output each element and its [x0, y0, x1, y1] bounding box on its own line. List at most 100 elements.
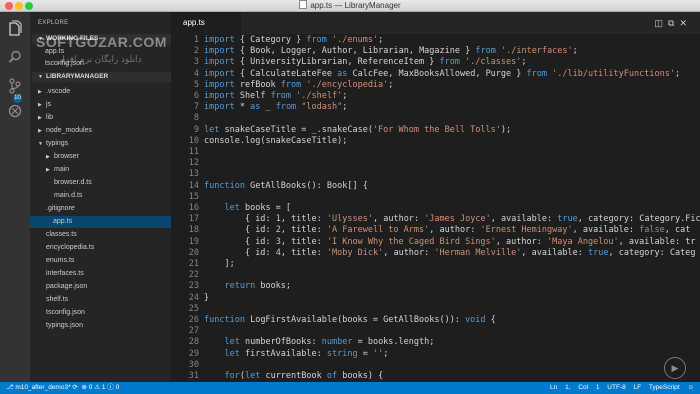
line-ending[interactable]: LF: [634, 384, 642, 391]
folder-item[interactable]: ▶ main: [46, 164, 69, 176]
explore-header: EXPLORE: [38, 20, 69, 26]
chevron-right-icon: ▶: [38, 115, 42, 121]
play-icon[interactable]: ▶: [664, 357, 686, 379]
git-icon[interactable]: [7, 78, 23, 94]
folder-item[interactable]: ▼ typings: [38, 138, 68, 150]
file-item[interactable]: browser.d.ts: [46, 177, 92, 189]
line-number: 22: [188, 270, 199, 281]
line-number: 18: [188, 225, 199, 236]
close-icon[interactable]: ✕: [679, 18, 692, 28]
branch-icon: ⎇: [6, 384, 14, 391]
tree-item-label: typings: [46, 140, 69, 147]
debug-icon[interactable]: [7, 104, 23, 120]
info-icon: ⓘ: [107, 384, 114, 391]
file-item[interactable]: classes.ts: [38, 229, 77, 241]
file-item[interactable]: enums.ts: [38, 255, 74, 267]
git-changes-badge: 10: [13, 94, 22, 103]
editor-tab-bar: app.ts ◫⧉✕: [171, 12, 700, 34]
code-line: ];: [204, 259, 235, 269]
code-line: import refBook from './encyclopedia';: [204, 79, 394, 90]
files-icon[interactable]: [7, 20, 23, 36]
line-number: 20: [188, 247, 199, 258]
line-number: 11: [188, 147, 199, 157]
file-item[interactable]: shelf.ts: [38, 294, 68, 306]
tab-app-ts[interactable]: app.ts: [171, 12, 241, 34]
line-number: 1: [193, 35, 199, 45]
debug-icon-svg: [8, 104, 22, 118]
encoding[interactable]: UTF-8: [607, 384, 625, 391]
file-item[interactable]: tsconfig.json: [38, 307, 85, 319]
tree-item-label: package.json: [46, 283, 88, 290]
tree-item-label: classes.ts: [46, 231, 77, 238]
error-count[interactable]: 0: [89, 384, 93, 391]
sync-icon[interactable]: ⟳: [72, 384, 77, 391]
file-item[interactable]: main.d.ts: [46, 190, 82, 202]
code-line: }: [204, 292, 210, 303]
file-item[interactable]: typings.json: [38, 320, 83, 332]
watermark: SOFTGOZAR.COM: [36, 34, 167, 50]
file-item[interactable]: .gitignore: [38, 203, 75, 215]
folder-item[interactable]: ▶ browser: [46, 151, 79, 163]
folder-item[interactable]: ▶ lib: [38, 112, 53, 124]
warning-icon: ⚠: [94, 384, 101, 391]
code-line: return books;: [224, 281, 292, 292]
branch-name[interactable]: m10_after_demo3*: [15, 384, 70, 391]
line-number: 15: [188, 191, 199, 202]
tree-item-label: js: [46, 101, 52, 108]
folder-item[interactable]: ▶ .vscode: [38, 86, 70, 98]
error-icon: ⊗: [81, 384, 87, 391]
code-line: import Shelf from './shelf';: [204, 91, 348, 101]
status-right: Ln 1, Col 1 UTF-8 LF TypeScript ☺: [550, 382, 694, 394]
split-editor-icon[interactable]: ◫: [655, 18, 669, 28]
tree-item-label: typings.json: [46, 322, 83, 329]
code-line: import { UniversityLibrarian, ReferenceI…: [204, 57, 527, 68]
line-number: 24: [188, 292, 199, 303]
file-item[interactable]: package.json: [38, 281, 87, 293]
code-editor[interactable]: 1 2 3 4 5 6 7 8 9 10 11 12 13 14 15 16 17 18 19 20 21 22 23 24 2…: [171, 34, 700, 382]
search-icon-svg: [8, 50, 21, 63]
tree-item-label: interfaces.ts: [46, 270, 84, 277]
code-line: let books = [: [224, 203, 292, 213]
warning-count[interactable]: 1: [102, 384, 106, 391]
code-line: import * as _ from "lodash";: [204, 102, 348, 113]
git-icon-svg: [9, 78, 21, 94]
line-number: 9: [193, 124, 199, 135]
tree-item-label: main.d.ts: [54, 192, 83, 199]
chevron-right-icon: ▶: [38, 102, 42, 108]
files-icon-svg: [9, 20, 22, 36]
line-number: 12: [188, 158, 199, 169]
line-number: 5: [193, 79, 199, 90]
code-line: let firstAvailable: string = '';: [224, 348, 389, 359]
line-number: 8: [193, 113, 199, 124]
tree-item-label: lib: [46, 114, 54, 121]
code-line: import { Category } from './enums';: [204, 35, 384, 45]
line-number: 19: [188, 236, 199, 247]
code-line: let numberOfBooks: number = books.length…: [224, 337, 435, 348]
search-icon[interactable]: [7, 50, 23, 66]
smile-icon[interactable]: ☺: [687, 384, 694, 391]
file-item[interactable]: interfaces.ts: [38, 268, 84, 280]
file-item[interactable]: app.ts: [30, 216, 171, 228]
info-count[interactable]: 0: [116, 384, 120, 391]
chevron-down-icon: ▼: [38, 74, 43, 80]
window-title-bar: app.ts — LibraryManager: [0, 0, 700, 12]
status-left: ⎇ m10_after_demo3* ⟳ ⊗ 0 ⚠ 1 ⓘ 0: [6, 382, 119, 394]
folder-item[interactable]: ▶ js: [38, 99, 51, 111]
tree-item-label: encyclopedia.ts: [46, 244, 95, 251]
code-line: { id: 3, title: 'I Know Why the Caged Bi…: [204, 236, 696, 247]
line-number: 3: [193, 57, 199, 68]
language-mode[interactable]: TypeScript: [649, 384, 680, 391]
chevron-right-icon: ▶: [46, 154, 50, 160]
more-actions-icon[interactable]: ⧉: [668, 18, 679, 28]
line-number: 27: [188, 326, 199, 337]
project-header[interactable]: ▼ LIBRARYMANAGER: [32, 72, 171, 82]
line-number: 16: [188, 203, 199, 213]
line-number: 21: [188, 259, 199, 269]
folder-item[interactable]: ▶ node_modules: [38, 125, 92, 137]
line-number: 31: [188, 371, 199, 381]
watermark-subtitle: دانلود رایگان نرم افزار: [58, 54, 142, 64]
line-number: 13: [188, 169, 199, 180]
cursor-position[interactable]: Ln 1, Col 1: [550, 384, 599, 391]
file-item[interactable]: encyclopedia.ts: [38, 242, 94, 254]
tree-item-label: .gitignore: [46, 205, 75, 212]
